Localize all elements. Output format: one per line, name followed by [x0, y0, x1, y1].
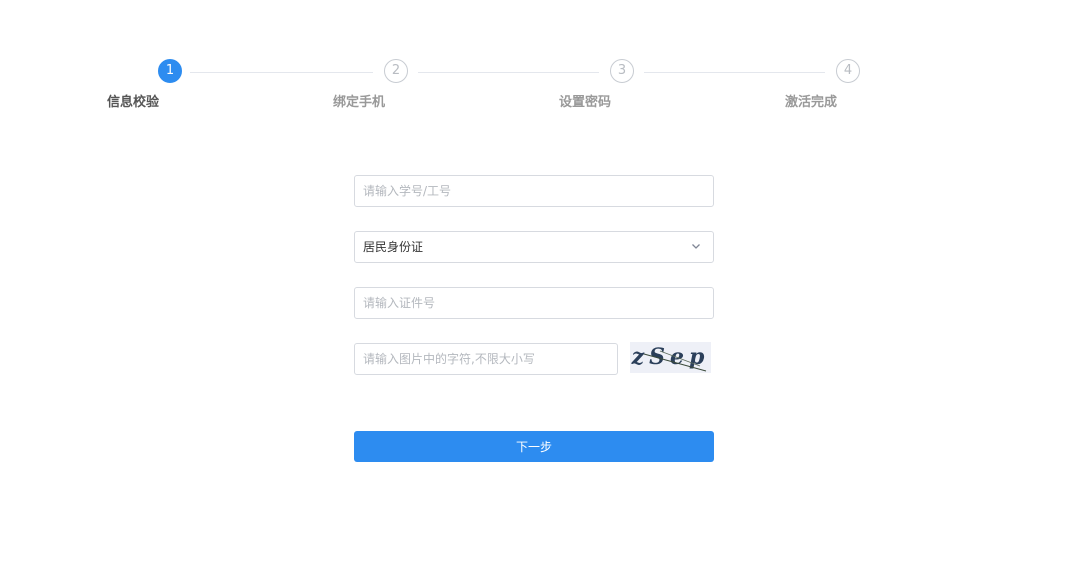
step-connector-2-3: [418, 72, 599, 73]
step-2-label: 绑定手机: [333, 95, 386, 110]
id-type-selected-value: 居民身份证: [363, 240, 424, 254]
step-connector-3-4: [644, 72, 825, 73]
step-1-circle: 1: [158, 59, 182, 83]
step-4-label: 激活完成: [785, 95, 838, 110]
captcha-input[interactable]: [354, 343, 618, 375]
step-3-circle: 3: [610, 59, 634, 83]
chevron-down-icon: [692, 244, 700, 249]
student-id-input[interactable]: [354, 175, 714, 207]
step-4-circle: 4: [836, 59, 860, 83]
step-2-circle: 2: [384, 59, 408, 83]
step-1-label: 信息校验: [107, 95, 160, 110]
captcha-image[interactable]: zSep: [630, 342, 711, 373]
id-type-select[interactable]: 居民身份证: [354, 231, 714, 263]
captcha-noise-lines: [643, 350, 707, 372]
next-step-button[interactable]: 下一步: [354, 431, 714, 462]
certificate-number-input[interactable]: [354, 287, 714, 319]
step-connector-1-2: [190, 72, 373, 73]
step-3-label: 设置密码: [559, 95, 612, 110]
